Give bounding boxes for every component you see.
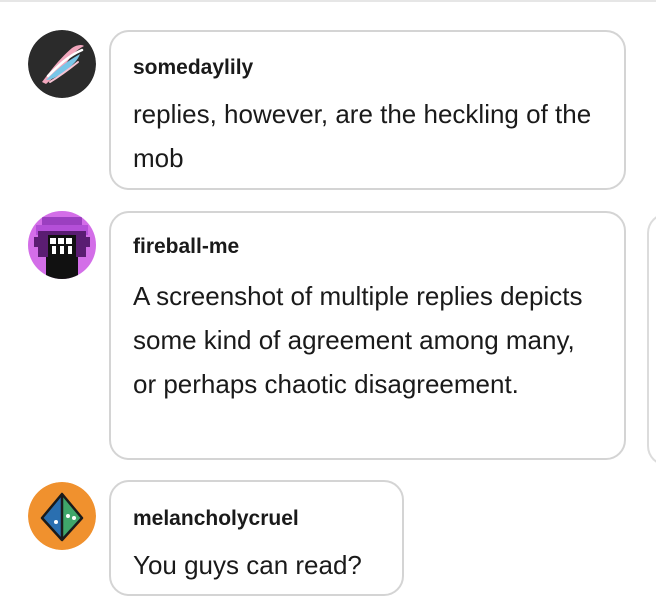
reply-item: fireball-me A screenshot of multiple rep… (0, 211, 656, 460)
avatar[interactable] (28, 482, 96, 550)
reply-username[interactable]: melancholycruel (133, 507, 299, 531)
avatar[interactable] (28, 30, 96, 98)
reply-text: replies, however, are the heckling of th… (133, 99, 592, 173)
reply-bubble: somedaylily replies, however, are the he… (109, 30, 626, 190)
octahedron-icon (28, 482, 96, 550)
reply-item: somedaylily replies, however, are the he… (0, 30, 656, 190)
reply-text: A screenshot of multiple replies depicts… (133, 281, 583, 399)
top-divider (0, 0, 656, 2)
reply-bubble: melancholycruel You guys can read? (109, 480, 404, 596)
avatar[interactable] (28, 211, 96, 279)
reply-username[interactable]: somedaylily (133, 56, 253, 80)
pixel-creature-icon (28, 211, 96, 279)
reply-bubble: fireball-me A screenshot of multiple rep… (109, 211, 626, 460)
reply-username[interactable]: fireball-me (133, 235, 239, 259)
feather-icon (28, 30, 96, 98)
reply-text: You guys can read? (133, 550, 362, 580)
reply-item: melancholycruel You guys can read? (0, 480, 656, 598)
